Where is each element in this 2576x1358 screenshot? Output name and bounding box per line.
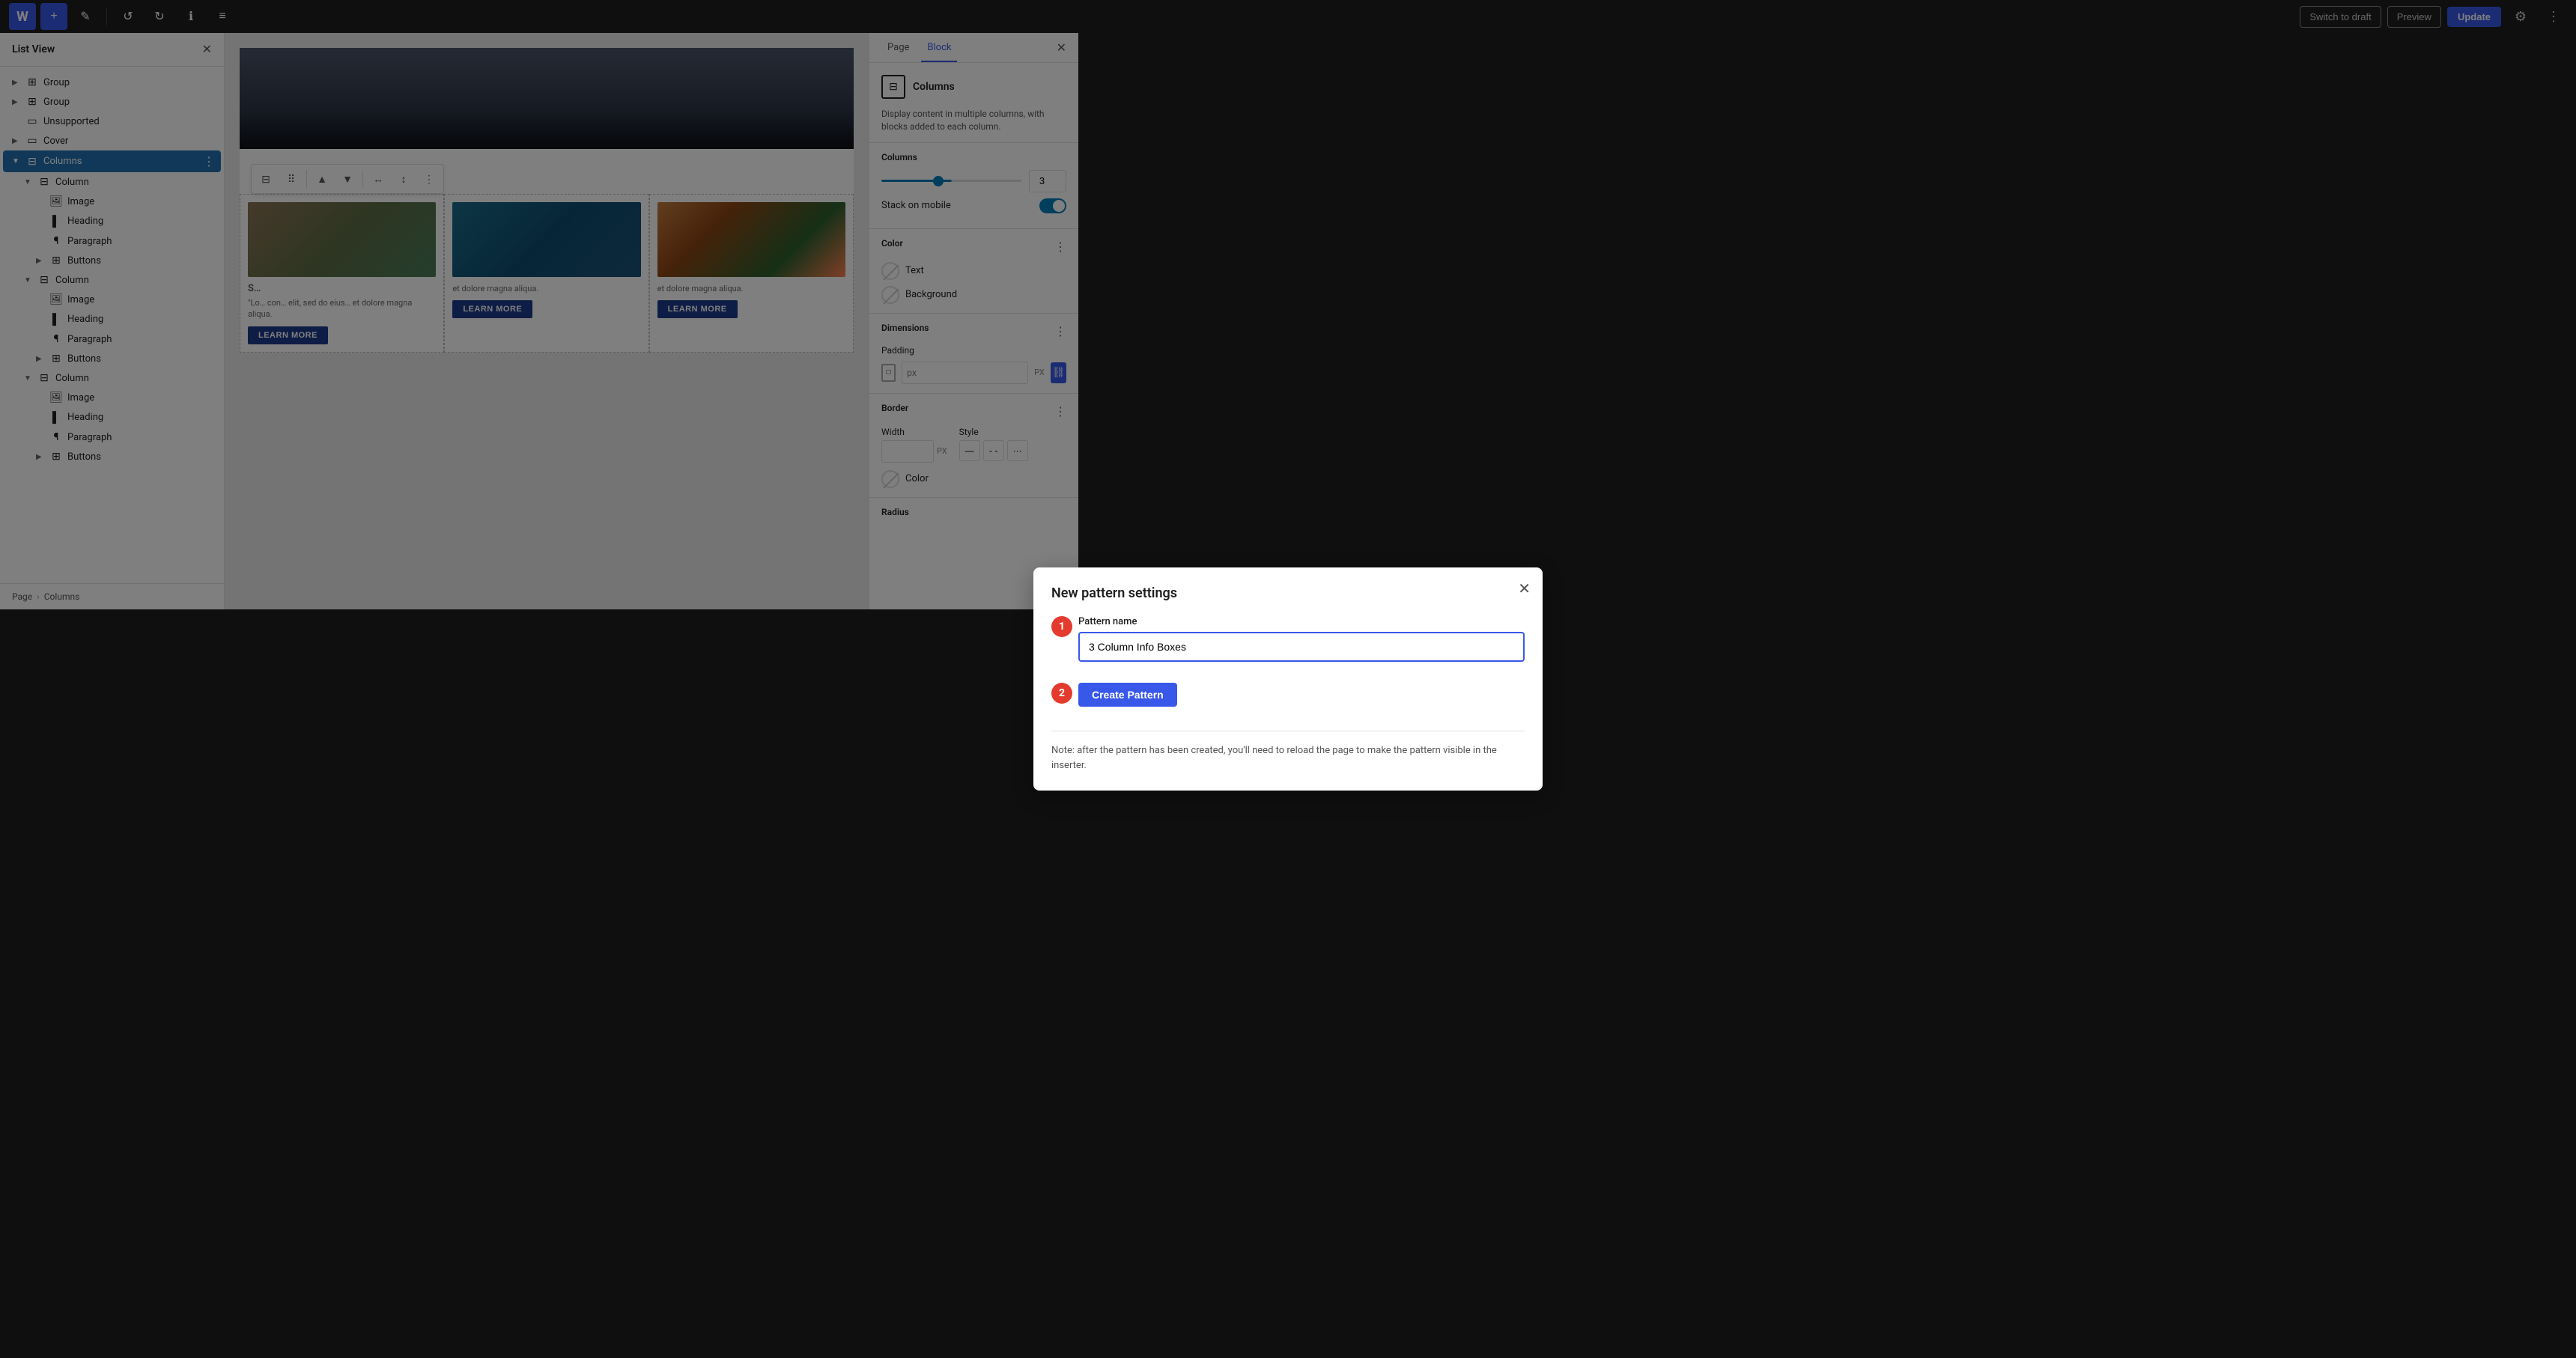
step-1-badge: 1 [1051,616,1072,637]
step-1-content: Pattern name [1078,616,1525,674]
new-pattern-modal: New pattern settings ✕ 1 Pattern name 2 … [1033,567,1543,791]
modal-overlay[interactable]: New pattern settings ✕ 1 Pattern name 2 … [0,0,2576,1358]
modal-close-button[interactable]: ✕ [1518,579,1531,598]
step-1-row: 1 Pattern name [1051,616,1525,674]
pattern-name-input[interactable] [1078,632,1525,662]
step-2-badge: 2 [1051,683,1072,704]
modal-title: New pattern settings [1051,585,1525,601]
pattern-name-label: Pattern name [1078,616,1525,627]
step-2-row: 2 Create Pattern [1051,683,1525,722]
create-pattern-button[interactable]: Create Pattern [1078,683,1177,707]
modal-note: Note: after the pattern has been created… [1051,731,1525,773]
